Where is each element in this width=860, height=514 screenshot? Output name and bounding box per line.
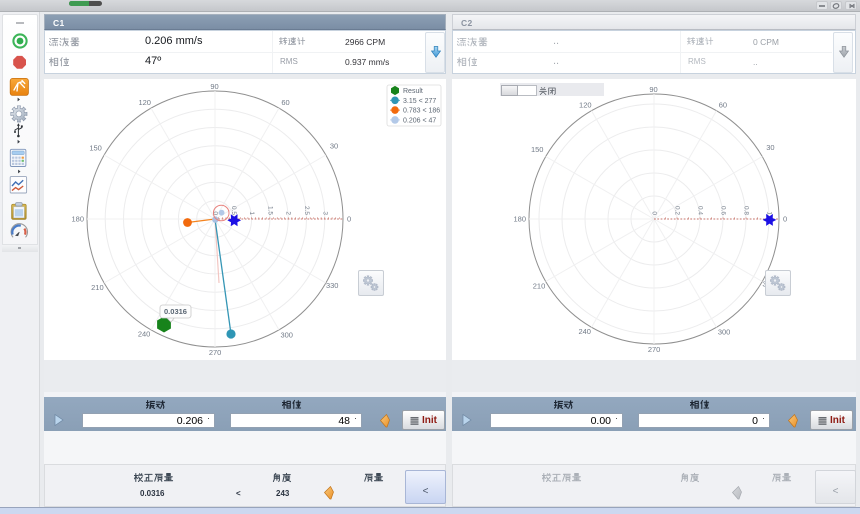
svg-text:0: 0 [651,211,658,215]
svg-text:180: 180 [71,215,84,224]
svg-text:330: 330 [326,281,339,290]
svg-text:3.15 < 277: 3.15 < 277 [403,98,436,105]
svg-text:60: 60 [719,101,727,110]
svg-text:300: 300 [718,328,731,337]
svg-text:0: 0 [347,215,351,224]
svg-text:1.5: 1.5 [266,206,273,215]
svg-text:180: 180 [513,215,526,224]
svg-text:0: 0 [212,211,219,215]
svg-text:1: 1 [248,211,255,215]
svg-text:120: 120 [579,101,592,110]
svg-text:Result: Result [403,88,423,95]
svg-text:270: 270 [209,348,222,357]
svg-text:60: 60 [281,98,289,107]
svg-text:120: 120 [138,98,151,107]
svg-text:210: 210 [533,282,546,291]
svg-text:0.6: 0.6 [720,206,727,215]
svg-text:0.783 < 186: 0.783 < 186 [403,108,440,115]
svg-text:90: 90 [649,85,657,94]
svg-text:0.4: 0.4 [697,206,704,215]
svg-text:150: 150 [89,143,102,152]
svg-text:0.8: 0.8 [743,206,750,215]
svg-text:0: 0 [783,215,787,224]
svg-text:0.5: 0.5 [230,206,237,215]
svg-text:0.206 < 47: 0.206 < 47 [403,117,436,124]
svg-text:240: 240 [138,330,151,339]
svg-text:0.0316: 0.0316 [164,307,187,316]
svg-text:300: 300 [280,330,293,339]
svg-text:30: 30 [330,142,338,151]
svg-text:270: 270 [648,345,661,354]
svg-text:2.5: 2.5 [303,206,310,215]
svg-text:90: 90 [210,82,218,91]
svg-text:3: 3 [321,211,328,215]
svg-text:240: 240 [578,327,591,336]
svg-text:30: 30 [766,143,774,152]
svg-text:2: 2 [285,211,292,215]
svg-text:210: 210 [91,283,104,292]
svg-text:150: 150 [531,145,544,154]
svg-text:0.2: 0.2 [674,206,681,215]
